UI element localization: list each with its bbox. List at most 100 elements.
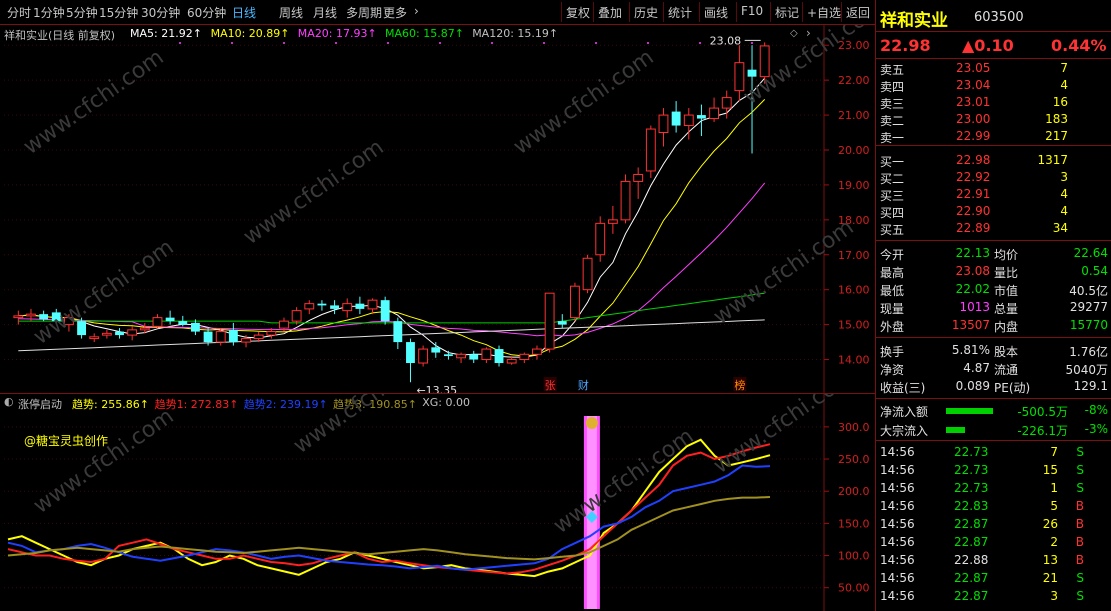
candle[interactable] xyxy=(494,345,504,367)
stat-value: 22.64 xyxy=(1073,246,1108,260)
toolbar-button-5[interactable]: F10 xyxy=(741,4,763,18)
candle[interactable] xyxy=(101,329,112,339)
candle[interactable] xyxy=(456,352,467,364)
ask-row[interactable]: 卖五 23.05 7 xyxy=(876,60,1111,77)
tab-5[interactable]: 60分钟 xyxy=(187,4,226,21)
candle[interactable] xyxy=(709,97,720,123)
toolbar-button-6[interactable]: 标记 xyxy=(775,4,799,21)
candle[interactable] xyxy=(355,296,365,315)
fund-value: 5.81% xyxy=(951,343,990,357)
tab-9[interactable]: 多周期 xyxy=(346,4,382,21)
price-tick-label: 21.00 xyxy=(838,109,870,122)
toolbar-button-3[interactable]: 统计 xyxy=(668,4,692,21)
ask-price: 23.01 xyxy=(956,95,991,109)
bid-row[interactable]: 买五 22.89 34 xyxy=(876,220,1111,237)
candle[interactable] xyxy=(582,254,593,294)
candle[interactable] xyxy=(317,300,327,311)
bid-price: 22.98 xyxy=(956,153,991,167)
event-tag-tag_zhang[interactable]: 张 xyxy=(545,379,556,392)
candle[interactable] xyxy=(291,307,302,325)
tab-0[interactable]: 分时 xyxy=(7,4,31,21)
tab-8[interactable]: 月线 xyxy=(313,4,337,21)
toolbar-button-8[interactable]: 返回 xyxy=(846,4,870,21)
bid-row[interactable]: 买二 22.92 3 xyxy=(876,169,1111,186)
candle[interactable] xyxy=(607,205,618,234)
candle[interactable] xyxy=(519,352,530,364)
kline-chart-pane[interactable]: 祥和实业(日线 前复权) MA5: 21.92↑ MA10: 20.89↑ MA20… xyxy=(0,25,875,394)
bid-row[interactable]: 买一 22.98 1317 xyxy=(876,152,1111,169)
stat-value: 23.08 xyxy=(955,264,990,278)
kline-plot[interactable]: 23.0022.0021.0020.0019.0018.0017.0016.00… xyxy=(0,25,875,393)
candle[interactable] xyxy=(304,300,315,315)
candle[interactable] xyxy=(127,326,138,341)
toolbar-button-7[interactable]: +自选 xyxy=(807,4,841,21)
candle[interactable] xyxy=(406,338,415,383)
candle[interactable] xyxy=(152,314,163,329)
tab-7[interactable]: 周线 xyxy=(279,4,303,21)
candle[interactable] xyxy=(569,282,580,322)
tab-10[interactable]: 更多 xyxy=(383,4,407,21)
tab-2[interactable]: 5分钟 xyxy=(66,4,98,21)
tick-side: S xyxy=(1076,463,1084,477)
candle[interactable] xyxy=(469,350,479,364)
event-tag-tag_cai[interactable]: 财 xyxy=(578,378,589,392)
candle[interactable] xyxy=(431,342,441,358)
candle[interactable] xyxy=(165,310,175,325)
candle[interactable] xyxy=(367,298,378,315)
tick-side: B xyxy=(1075,553,1084,567)
candle[interactable] xyxy=(633,167,644,199)
candle[interactable] xyxy=(544,292,555,353)
tab-6[interactable]: 日线 xyxy=(232,4,256,21)
indicator-plot[interactable]: 300.0 250.0 200.0 150.0 100.0 50.00 www.cfchi.… xyxy=(0,394,875,611)
candle[interactable] xyxy=(671,101,681,133)
candle[interactable] xyxy=(696,104,706,137)
candle[interactable] xyxy=(13,310,24,325)
candle[interactable] xyxy=(481,347,492,364)
event-tag-tag_bang[interactable]: 榜 xyxy=(734,378,745,392)
toolbar-button-1[interactable]: 叠加 xyxy=(598,4,622,21)
bid-row[interactable]: 买三 22.91 4 xyxy=(876,186,1111,203)
stat-label: 最高 xyxy=(880,266,905,280)
candle[interactable] xyxy=(190,319,200,336)
candle[interactable] xyxy=(115,328,124,339)
tab-4[interactable]: 30分钟 xyxy=(141,4,180,21)
candle[interactable] xyxy=(645,125,656,178)
tab-3[interactable]: 15分钟 xyxy=(99,4,138,21)
candle[interactable] xyxy=(418,345,429,367)
toolbar-button-2[interactable]: 历史 xyxy=(634,4,658,21)
candle[interactable] xyxy=(595,216,606,262)
stats-row: 今开 22.13 均价 22.64 xyxy=(876,245,1111,262)
candle[interactable] xyxy=(393,317,403,350)
candle[interactable] xyxy=(380,296,390,325)
ask-row[interactable]: 卖四 23.04 4 xyxy=(876,77,1111,94)
fund-label: 股本 xyxy=(994,345,1019,359)
candle[interactable] xyxy=(532,345,542,360)
tick-row: 14:56 22.83 5 B xyxy=(876,498,1111,515)
tick-row: 14:56 22.87 21 S xyxy=(876,570,1111,587)
stats-row: 最高 23.08 量比 0.54 xyxy=(876,263,1111,280)
stat-value: 22.02 xyxy=(955,282,990,296)
fund-flow-bar xyxy=(946,408,993,414)
candle[interactable] xyxy=(620,174,631,224)
toolbar-button-0[interactable]: 复权 xyxy=(566,4,590,21)
ask-row[interactable]: 卖三 23.01 16 xyxy=(876,94,1111,111)
candle[interactable] xyxy=(443,350,453,360)
ask-row[interactable]: 卖二 23.00 183 xyxy=(876,111,1111,128)
ask-price: 23.04 xyxy=(956,78,991,92)
indicator-pane[interactable]: ◐ 涨停启动 趋势: 255.86↑ 趋势1: 272.83↑ 趋势2: 239.1… xyxy=(0,394,875,611)
candle[interactable] xyxy=(330,300,340,315)
signal-dot xyxy=(179,42,181,44)
toolbar-button-4[interactable]: 画线 xyxy=(704,4,728,21)
watermark-text: www.cfchi.com xyxy=(709,394,858,479)
ask-row[interactable]: 卖一 22.99 217 xyxy=(876,128,1111,145)
watermark-text: www.cfchi.com xyxy=(739,25,875,110)
signal-dot xyxy=(595,42,597,44)
more-chevron-icon[interactable]: › xyxy=(414,4,419,18)
candle[interactable] xyxy=(342,298,353,318)
candle[interactable] xyxy=(89,333,100,343)
candle[interactable] xyxy=(658,108,669,147)
candle[interactable] xyxy=(557,314,567,329)
bid-row[interactable]: 买四 22.90 4 xyxy=(876,203,1111,220)
tab-1[interactable]: 1分钟 xyxy=(33,4,65,21)
bid-volume: 3 xyxy=(1060,170,1068,184)
